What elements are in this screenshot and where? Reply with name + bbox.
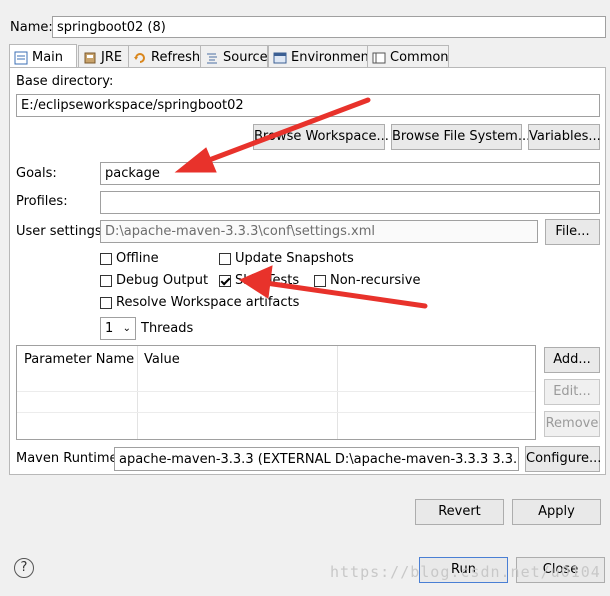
threads-label: Threads	[141, 321, 194, 336]
update-snapshots-checkbox[interactable]	[219, 253, 231, 265]
skip-tests-checkbox[interactable]	[219, 275, 231, 287]
table-header-value[interactable]: Value	[144, 352, 180, 367]
configure-button[interactable]: Configure...	[525, 446, 601, 472]
file-button[interactable]: File...	[545, 219, 600, 245]
threads-value: 1	[105, 321, 114, 336]
profiles-label: Profiles:	[16, 194, 68, 209]
maven-runtime-label: Maven Runtime:	[16, 451, 122, 466]
common-icon	[372, 51, 386, 65]
chevron-down-icon: ⌄	[122, 323, 131, 334]
debug-output-label: Debug Output	[116, 273, 209, 288]
tab-refresh[interactable]: Refresh	[128, 45, 201, 67]
tab-main-label: Main	[32, 50, 64, 65]
base-directory-label: Base directory:	[16, 74, 114, 89]
skip-tests-label: Skip Tests	[235, 273, 300, 288]
tab-environment-label: Environment	[291, 50, 375, 65]
source-icon	[205, 51, 219, 65]
main-tab-icon	[14, 51, 28, 65]
watermark-text: https://blog.csdn.net/u0104	[330, 563, 601, 581]
tab-jre[interactable]: JRE	[78, 45, 129, 67]
revert-button[interactable]: Revert	[415, 499, 504, 525]
tab-jre-label: JRE	[101, 50, 123, 65]
name-field[interactable]: springboot02 (8)	[52, 16, 606, 38]
tab-source-label: Source	[223, 50, 268, 65]
goals-label: Goals:	[16, 166, 57, 181]
resolve-workspace-label: Resolve Workspace artifacts	[116, 295, 300, 310]
add-button[interactable]: Add...	[544, 347, 600, 373]
browse-workspace-button[interactable]: Browse Workspace...	[253, 124, 389, 150]
apply-button[interactable]: Apply	[512, 499, 601, 525]
variables-button[interactable]: Variables...	[528, 124, 601, 150]
table-row	[17, 391, 535, 392]
refresh-icon	[133, 51, 147, 65]
tab-main[interactable]: Main	[9, 44, 77, 68]
jre-icon	[83, 51, 97, 65]
tab-common[interactable]: Common	[367, 45, 449, 67]
non-recursive-label: Non-recursive	[330, 273, 421, 288]
edit-button[interactable]: Edit...	[544, 379, 600, 405]
parameter-table[interactable]: Parameter Name Value	[16, 345, 536, 440]
maven-runtime-value: apache-maven-3.3.3 (EXTERNAL D:\apache-m…	[119, 451, 519, 467]
offline-checkbox[interactable]	[100, 253, 112, 265]
tab-common-label: Common	[390, 50, 449, 65]
tab-source[interactable]: Source	[200, 45, 268, 67]
remove-button[interactable]: Remove	[544, 411, 600, 437]
table-header-parameter-name[interactable]: Parameter Name	[24, 352, 134, 367]
tab-environment[interactable]: Environment	[268, 45, 374, 67]
browse-file-system-button[interactable]: Browse File System...	[391, 124, 530, 150]
tab-refresh-label: Refresh	[151, 50, 201, 65]
help-icon[interactable]: ?	[14, 558, 34, 578]
name-label: Name:	[10, 20, 53, 35]
user-settings-label: User settings:	[16, 224, 106, 239]
user-settings-field[interactable]: D:\apache-maven-3.3.3\conf\settings.xml	[100, 220, 538, 243]
non-recursive-checkbox[interactable]	[314, 275, 326, 287]
environment-icon	[273, 51, 287, 65]
debug-output-checkbox[interactable]	[100, 275, 112, 287]
goals-field[interactable]: package	[100, 162, 600, 185]
maven-runtime-select[interactable]: apache-maven-3.3.3 (EXTERNAL D:\apache-m…	[114, 447, 519, 471]
table-row	[17, 412, 535, 413]
base-directory-field[interactable]: E:/eclipseworkspace/springboot02	[16, 94, 600, 117]
profiles-field[interactable]	[100, 191, 600, 214]
threads-select[interactable]: 1 ⌄	[100, 317, 136, 340]
offline-label: Offline	[116, 251, 159, 266]
resolve-workspace-checkbox[interactable]	[100, 297, 112, 309]
update-snapshots-label: Update Snapshots	[235, 251, 354, 266]
